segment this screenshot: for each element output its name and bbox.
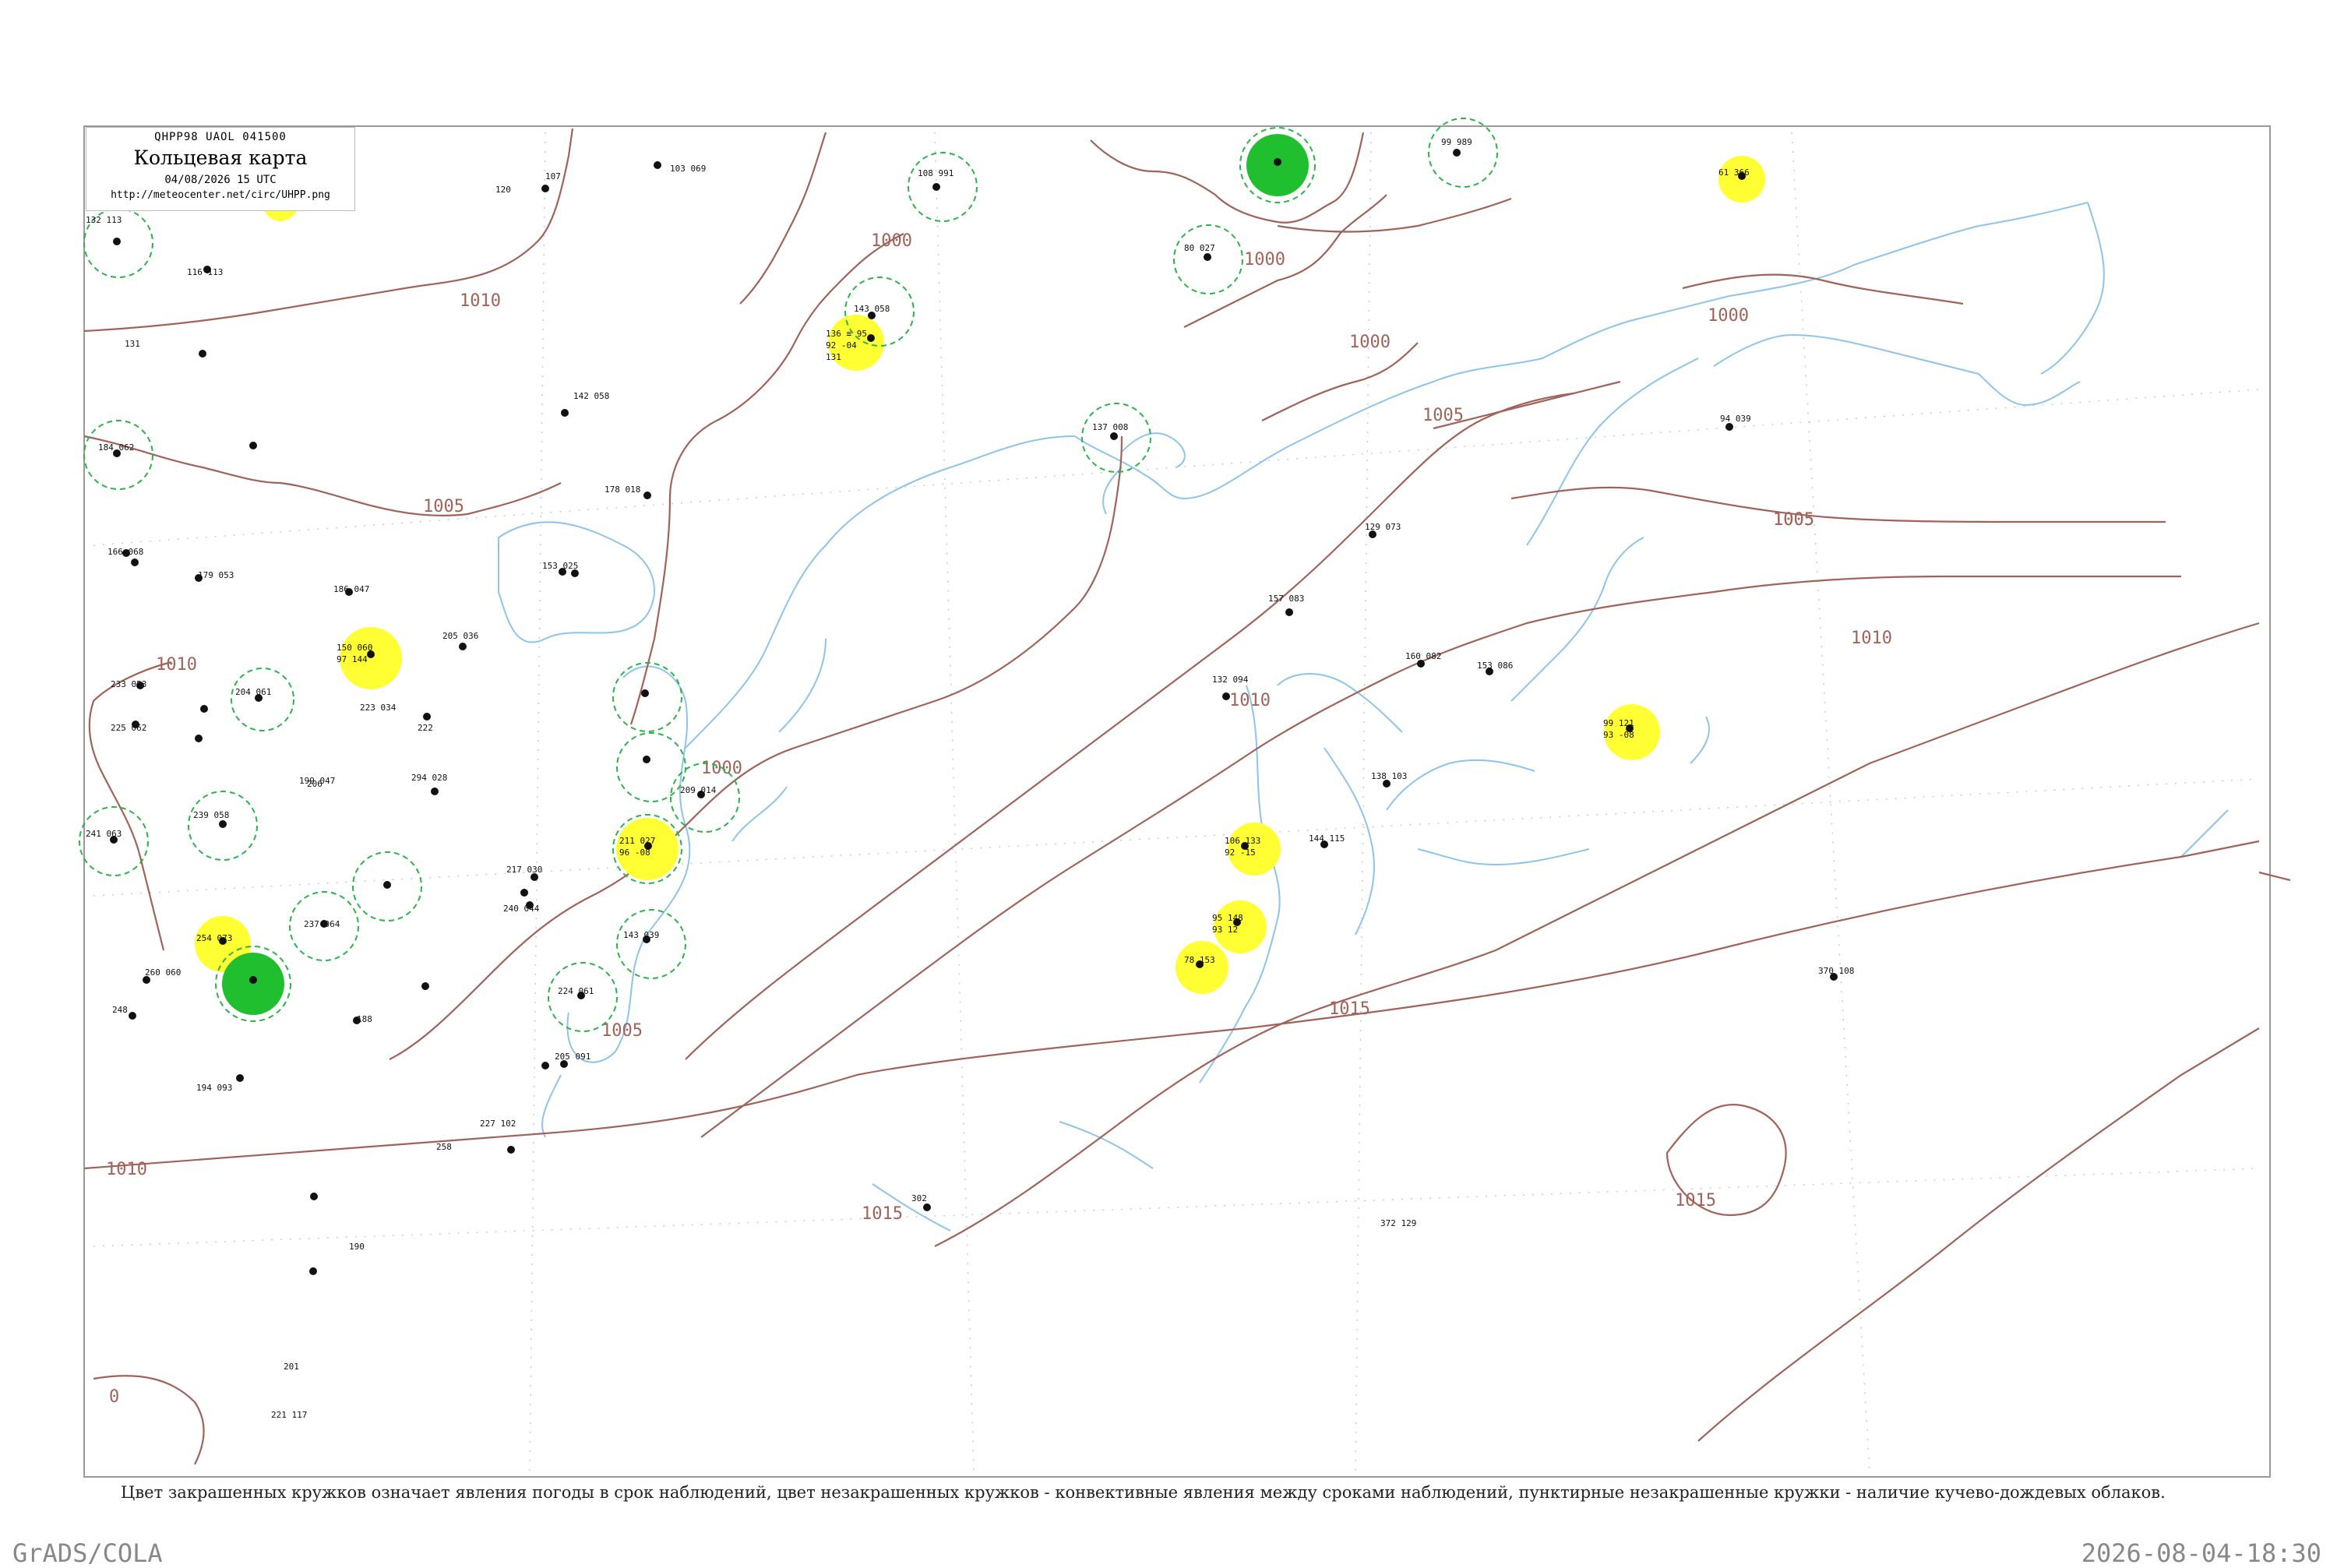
station-value: 92 -04 (826, 340, 857, 351)
software-credit: GrADS/COLA (12, 1538, 163, 1568)
station-value: 138 103 (1371, 771, 1407, 781)
station-value: 204 061 (235, 687, 271, 697)
map-caption: Цвет закрашенных кружков означает явлени… (121, 1483, 2166, 1502)
station-value: 201 (284, 1362, 299, 1372)
station-value: 179 053 (198, 570, 234, 580)
bulletin-code: QHPP98 UAOL 041500 (154, 131, 287, 143)
station-value: 221 117 (271, 1410, 307, 1420)
station-value: 217 030 (506, 865, 542, 875)
station-value: 131 (125, 339, 140, 349)
station-value: 372 129 (1380, 1218, 1416, 1228)
isobar-label: 1005 (601, 1021, 643, 1041)
station-value: 225 062 (111, 723, 146, 733)
isobar-label: 1015 (1675, 1191, 1716, 1210)
isobar-label: 1000 (1244, 250, 1285, 270)
isobar-label: 1005 (423, 497, 464, 516)
station-value: 260 060 (145, 967, 181, 978)
station-value: 223 034 (360, 703, 397, 713)
station-value: 194 093 (196, 1083, 232, 1093)
isobar-label: 0 (109, 1387, 119, 1407)
station-value: 103 069 (670, 164, 706, 174)
station-value: 254 073 (196, 933, 232, 943)
station-value: 107 (545, 171, 561, 181)
station-value: 294 028 (411, 773, 447, 783)
map-title: Кольцевая карта (133, 146, 308, 169)
map-legend: QHPP98 UAOL 041500 Кольцевая карта 04/08… (86, 127, 355, 211)
station-value: 150 060 (337, 643, 372, 653)
station-value: 120 (495, 185, 511, 195)
station-value: 239 058 (193, 810, 229, 820)
station-value: 190 (349, 1242, 365, 1252)
station-value: 160 082 (1405, 651, 1441, 661)
station-value: 258 (436, 1142, 452, 1152)
station-value: 178 018 (605, 484, 640, 495)
station-value: 94 039 (1720, 414, 1751, 424)
station-value: 136 ≡ 95 (826, 329, 867, 339)
isobar-label: 1000 (1708, 306, 1749, 326)
station-value: 153 086 (1477, 661, 1513, 671)
station-value: 142 058 (573, 391, 609, 401)
station-value: 157 083 (1268, 594, 1304, 604)
station-value: 80 027 (1184, 243, 1215, 253)
station-value: 199 047 (299, 776, 335, 786)
station-value: 137 008 (1092, 422, 1128, 432)
station-value: 302 (911, 1193, 927, 1203)
isobar-label: 1015 (862, 1204, 903, 1224)
render-timestamp: 2026-08-04-18:30 (2081, 1538, 2321, 1568)
station-value: 224 061 (558, 986, 594, 996)
map-background (0, 0, 2337, 1558)
isobar-label: 1010 (1851, 629, 1892, 648)
isobar-label: 1015 (1329, 999, 1370, 1019)
station-value: 129 073 (1365, 522, 1401, 532)
station-value: 131 (826, 352, 841, 362)
station-value: 240 044 (503, 904, 540, 914)
isobar-label: 1000 (871, 231, 912, 251)
station-value: 108 991 (918, 168, 953, 178)
station-value: 99 989 (1441, 137, 1472, 147)
station-value: 97 144 (337, 654, 368, 664)
isobar-label: 1005 (1773, 510, 1814, 530)
isobar-label: 1010 (156, 655, 197, 675)
isobar-label: 1000 (1349, 333, 1391, 352)
station-value: 205 036 (442, 631, 478, 641)
station-value: 93 12 (1212, 925, 1238, 935)
synoptic-map: 1010 1005 1005 1010 1005 1000 1000 1000 … (0, 0, 2337, 1558)
map-datetime: 04/08/2026 15 UTC (164, 174, 277, 186)
station-value: 143 039 (623, 930, 659, 940)
station-value: 92 -15 (1225, 847, 1256, 858)
station-value: 132 113 (86, 215, 122, 225)
isobar-label: 1010 (1229, 691, 1271, 710)
station-value: 205 091 (555, 1052, 590, 1062)
station-value: 227 102 (480, 1119, 516, 1129)
station-value: 248 (112, 1005, 128, 1015)
station-value: 96 -08 (619, 847, 650, 858)
isobar-label: 1005 (1422, 406, 1464, 425)
source-url: http://meteocenter.net/circ/UHPP.png (111, 189, 330, 201)
station-value: 222 (418, 723, 433, 733)
isobar-label: 1010 (106, 1160, 147, 1179)
isobar-label: 1010 (460, 291, 501, 311)
station-value: 132 094 (1212, 675, 1249, 685)
